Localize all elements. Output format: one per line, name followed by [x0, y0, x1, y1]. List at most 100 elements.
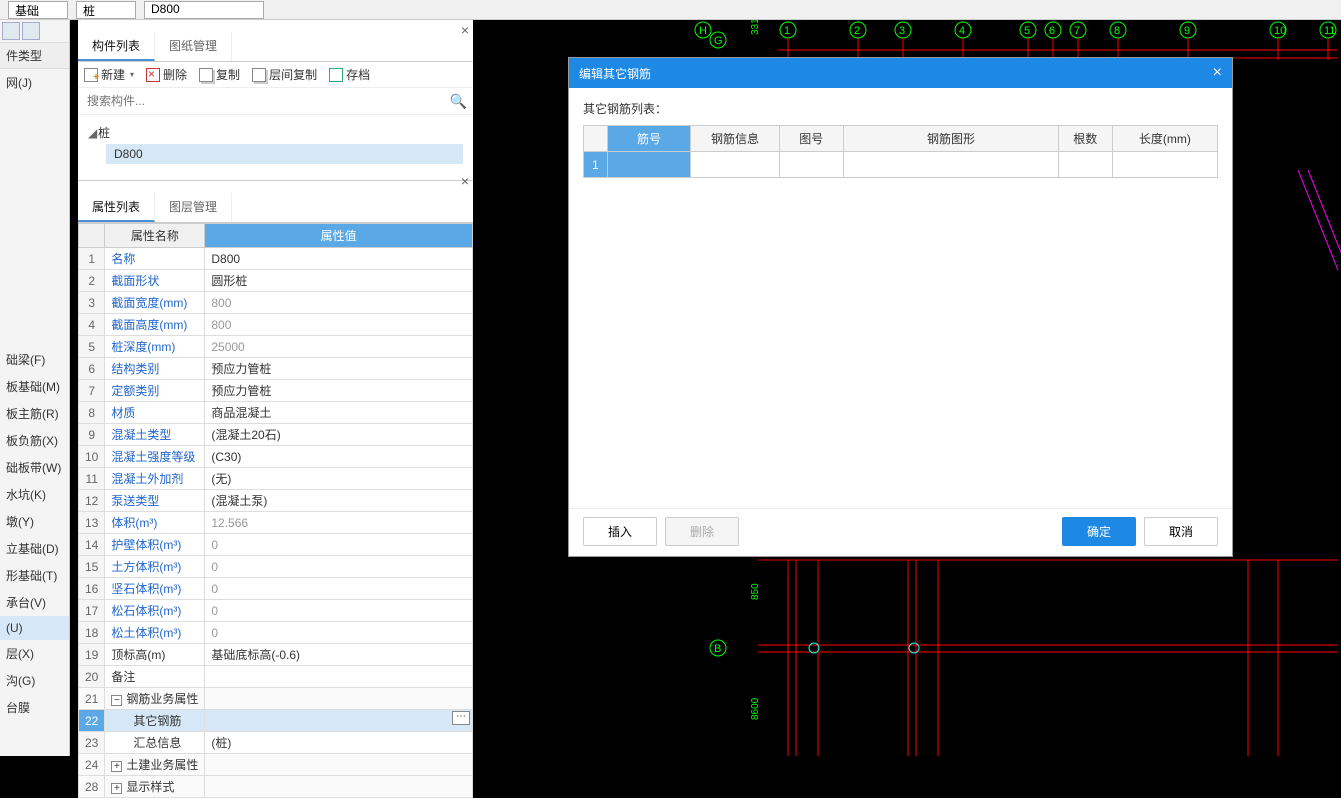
prop-value[interactable]: 商品混凝土: [205, 402, 473, 424]
rebar-col-2[interactable]: 钢筋信息: [691, 126, 779, 152]
prop-value[interactable]: 0: [205, 600, 473, 622]
sidebar-item[interactable]: 墩(Y): [0, 508, 69, 535]
prop-row[interactable]: 16坚石体积(m³)0: [79, 578, 473, 600]
rebar-col-4[interactable]: 钢筋图形: [844, 126, 1059, 152]
sidebar-item[interactable]: 水坑(K): [0, 481, 69, 508]
prop-value[interactable]: 800: [205, 292, 473, 314]
dropdown-category[interactable]: 基础: [8, 1, 68, 19]
new-button[interactable]: 新建▾: [84, 66, 134, 83]
prop-value[interactable]: (混凝土20石): [205, 424, 473, 446]
rebar-col-3[interactable]: 图号: [779, 126, 843, 152]
prop-value[interactable]: (桩): [205, 732, 473, 754]
prop-row[interactable]: 10混凝土强度等级(C30): [79, 446, 473, 468]
prop-value[interactable]: 25000: [205, 336, 473, 358]
delete-rebar-button[interactable]: 删除: [665, 517, 739, 546]
sidebar-item[interactable]: 层(X): [0, 640, 69, 667]
collapse-icon[interactable]: ◢: [88, 126, 98, 140]
sidebar-item[interactable]: 沟(G): [0, 667, 69, 694]
delete-button[interactable]: 删除: [146, 66, 187, 83]
sidebar-item[interactable]: 承台(V): [0, 589, 69, 616]
prop-value[interactable]: (C30): [205, 446, 473, 468]
sidebar-item[interactable]: 立基础(D): [0, 535, 69, 562]
rebar-col-6[interactable]: 长度(mm): [1112, 126, 1217, 152]
sidebar-item[interactable]: (U): [0, 616, 69, 640]
prop-value[interactable]: 12.566: [205, 512, 473, 534]
prop-row[interactable]: 11混凝土外加剂(无): [79, 468, 473, 490]
prop-row[interactable]: 8材质商品混凝土: [79, 402, 473, 424]
tree-leaf-d800[interactable]: D800: [106, 144, 463, 164]
cell-count[interactable]: [1058, 152, 1112, 178]
prop-value[interactable]: [205, 688, 473, 710]
prop-row[interactable]: 4截面高度(mm)800: [79, 314, 473, 336]
prop-row[interactable]: 20备注: [79, 666, 473, 688]
cell-length[interactable]: [1112, 152, 1217, 178]
sidebar-item[interactable]: 础梁(F): [0, 346, 69, 373]
prop-value[interactable]: [205, 776, 473, 798]
cell-rebar-shape[interactable]: [844, 152, 1059, 178]
prop-value[interactable]: 0: [205, 534, 473, 556]
expander-icon[interactable]: +: [111, 761, 122, 772]
prop-value[interactable]: 圆形桩: [205, 270, 473, 292]
prop-row[interactable]: 12泵送类型(混凝土泵): [79, 490, 473, 512]
cell-rebar-info[interactable]: [691, 152, 779, 178]
prop-value[interactable]: (无): [205, 468, 473, 490]
prop-row[interactable]: 24+土建业务属性: [79, 754, 473, 776]
prop-row[interactable]: 2截面形状圆形桩: [79, 270, 473, 292]
prop-row[interactable]: 6结构类别预应力管桩: [79, 358, 473, 380]
prop-row[interactable]: 21−钢筋业务属性: [79, 688, 473, 710]
rebar-row[interactable]: 1: [584, 152, 1218, 178]
prop-row[interactable]: 9混凝土类型(混凝土20石): [79, 424, 473, 446]
view-icon-2[interactable]: [22, 22, 40, 40]
prop-value[interactable]: (混凝土泵): [205, 490, 473, 512]
prop-row[interactable]: 7定额类别预应力管桩: [79, 380, 473, 402]
close-icon[interactable]: ×: [461, 22, 469, 38]
view-icon-1[interactable]: [2, 22, 20, 40]
prop-value[interactable]: [205, 754, 473, 776]
search-icon[interactable]: 🔍: [450, 93, 467, 110]
prop-row[interactable]: 23汇总信息(桩): [79, 732, 473, 754]
prop-value[interactable]: 800: [205, 314, 473, 336]
sidebar-item[interactable]: 形基础(T): [0, 562, 69, 589]
tab-layer-mgmt[interactable]: 图层管理: [155, 193, 232, 222]
ok-button[interactable]: 确定: [1062, 517, 1136, 546]
prop-row[interactable]: 14护壁体积(m³)0: [79, 534, 473, 556]
prop-row[interactable]: 22其它钢筋⋯: [79, 710, 473, 732]
prop-row[interactable]: 1名称D800: [79, 248, 473, 270]
dialog-close-icon[interactable]: ×: [1213, 64, 1222, 82]
prop-value[interactable]: 0: [205, 578, 473, 600]
prop-row[interactable]: 15土方体积(m³)0: [79, 556, 473, 578]
sidebar-item[interactable]: 板负筋(X): [0, 427, 69, 454]
sidebar-item[interactable]: 板基础(M): [0, 373, 69, 400]
prop-value[interactable]: 0: [205, 622, 473, 644]
tab-drawing-mgmt[interactable]: 图纸管理: [155, 32, 232, 61]
prop-value[interactable]: D800: [205, 248, 473, 270]
col-num[interactable]: [79, 224, 105, 248]
cell-rebar-no[interactable]: [607, 152, 691, 178]
prop-row[interactable]: 18松土体积(m³)0: [79, 622, 473, 644]
tab-component-list[interactable]: 构件列表: [78, 32, 155, 61]
rebar-col-0[interactable]: [584, 126, 608, 152]
dropdown-type[interactable]: 桩: [76, 1, 136, 19]
sidebar-item[interactable]: 础板带(W): [0, 454, 69, 481]
layer-copy-button[interactable]: 层间复制: [252, 66, 317, 83]
rebar-col-1[interactable]: 筋号: [607, 126, 691, 152]
tab-prop-list[interactable]: 属性列表: [78, 193, 155, 222]
insert-button[interactable]: 插入: [583, 517, 657, 546]
prop-value[interactable]: ⋯: [205, 710, 473, 732]
prop-row[interactable]: 17松石体积(m³)0: [79, 600, 473, 622]
sidebar-item-net[interactable]: 网(J): [0, 69, 69, 96]
col-name[interactable]: 属性名称: [105, 224, 205, 248]
prop-value[interactable]: 预应力管桩: [205, 358, 473, 380]
prop-row[interactable]: 5桩深度(mm)25000: [79, 336, 473, 358]
expander-icon[interactable]: −: [111, 695, 122, 706]
ellipsis-button[interactable]: ⋯: [452, 711, 470, 725]
prop-value[interactable]: [205, 666, 473, 688]
cancel-button[interactable]: 取消: [1144, 517, 1218, 546]
save-button[interactable]: 存档: [329, 66, 370, 83]
dropdown-instance[interactable]: D800: [144, 1, 264, 19]
col-value[interactable]: 属性值: [205, 224, 473, 248]
search-input[interactable]: [84, 91, 450, 111]
rebar-col-5[interactable]: 根数: [1058, 126, 1112, 152]
sidebar-item[interactable]: 台膜: [0, 694, 69, 721]
prop-row[interactable]: 19顶标高(m)基础底标高(-0.6): [79, 644, 473, 666]
